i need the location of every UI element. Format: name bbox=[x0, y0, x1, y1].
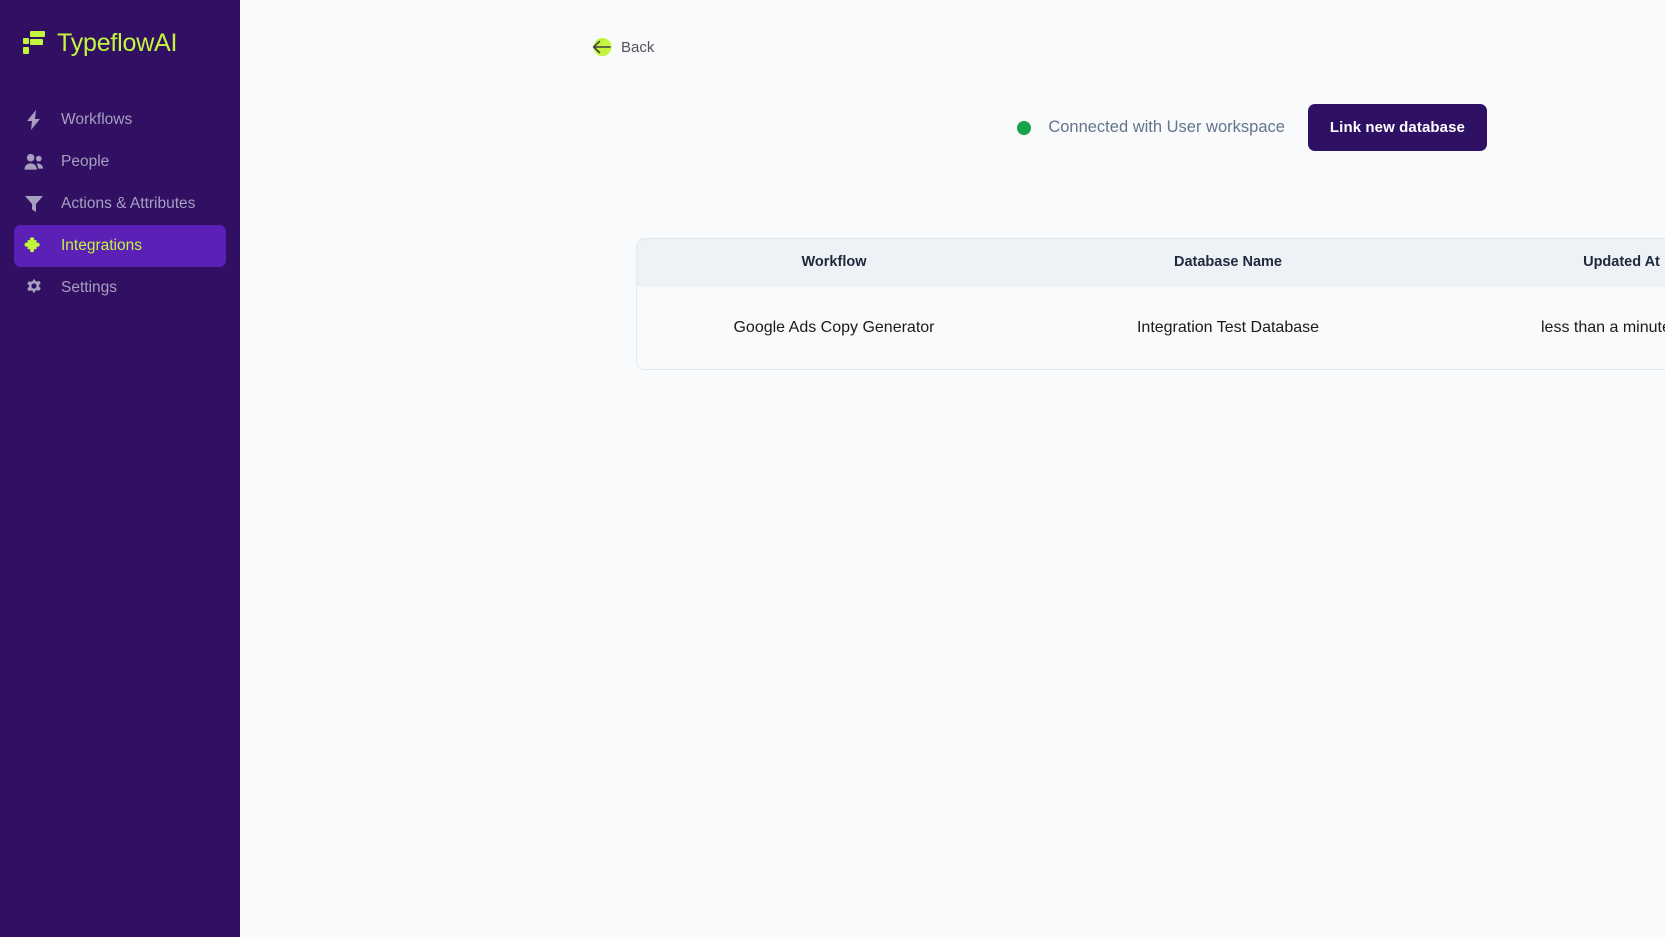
sidebar-item-integrations[interactable]: Integrations bbox=[14, 225, 226, 267]
sidebar-item-settings[interactable]: Settings bbox=[14, 267, 226, 309]
gear-icon bbox=[24, 278, 44, 298]
back-label: Back bbox=[621, 38, 655, 56]
puzzle-icon bbox=[24, 236, 44, 256]
app-root: TypeflowAI Workflows People Actions & At… bbox=[0, 0, 1665, 937]
table-row[interactable]: Google Ads Copy Generator Integration Te… bbox=[637, 286, 1665, 369]
column-header-database-name: Database Name bbox=[1174, 254, 1282, 270]
main-content: Back Connected with User workspace Link … bbox=[240, 0, 1665, 937]
sidebar-item-label: Integrations bbox=[61, 237, 142, 255]
column-header-updated-at: Updated At bbox=[1583, 254, 1660, 270]
sidebar-item-workflows[interactable]: Workflows bbox=[14, 99, 226, 141]
sidebar-nav: Workflows People Actions & Attributes In… bbox=[0, 99, 240, 309]
connection-status: Connected with User workspace bbox=[1017, 118, 1285, 137]
arrow-left-icon bbox=[590, 36, 612, 58]
sidebar-item-label: Workflows bbox=[61, 111, 133, 129]
cell-workflow: Google Ads Copy Generator bbox=[733, 318, 935, 336]
sidebar-item-actions-attributes[interactable]: Actions & Attributes bbox=[14, 183, 226, 225]
toolbar: Connected with User workspace Link new d… bbox=[240, 104, 1665, 151]
status-dot-icon bbox=[1017, 120, 1032, 135]
sidebar-item-label: People bbox=[61, 153, 110, 171]
bolt-icon bbox=[24, 110, 44, 130]
column-header-workflow: Workflow bbox=[801, 254, 867, 270]
people-icon bbox=[24, 152, 44, 172]
funnel-icon bbox=[24, 194, 44, 214]
connection-status-label: Connected with User workspace bbox=[1048, 118, 1285, 136]
link-new-database-button[interactable]: Link new database bbox=[1307, 104, 1487, 151]
back-button[interactable]: Back bbox=[590, 36, 654, 58]
sidebar: TypeflowAI Workflows People Actions & At… bbox=[0, 0, 240, 937]
typeflow-logo-mark-icon bbox=[22, 30, 46, 56]
sidebar-item-people[interactable]: People bbox=[14, 141, 226, 183]
brand-name: TypeflowAI bbox=[57, 28, 178, 57]
cell-database-name: Integration Test Database bbox=[1136, 318, 1320, 336]
sidebar-item-label: Actions & Attributes bbox=[61, 195, 196, 213]
table-header-row: Workflow Database Name Updated At bbox=[637, 239, 1665, 286]
integrations-table: Workflow Database Name Updated At Google… bbox=[636, 238, 1665, 370]
cell-updated-at: less than a minute ago bbox=[1541, 318, 1665, 336]
sidebar-item-label: Settings bbox=[61, 279, 118, 297]
brand-logo[interactable]: TypeflowAI bbox=[0, 0, 240, 62]
